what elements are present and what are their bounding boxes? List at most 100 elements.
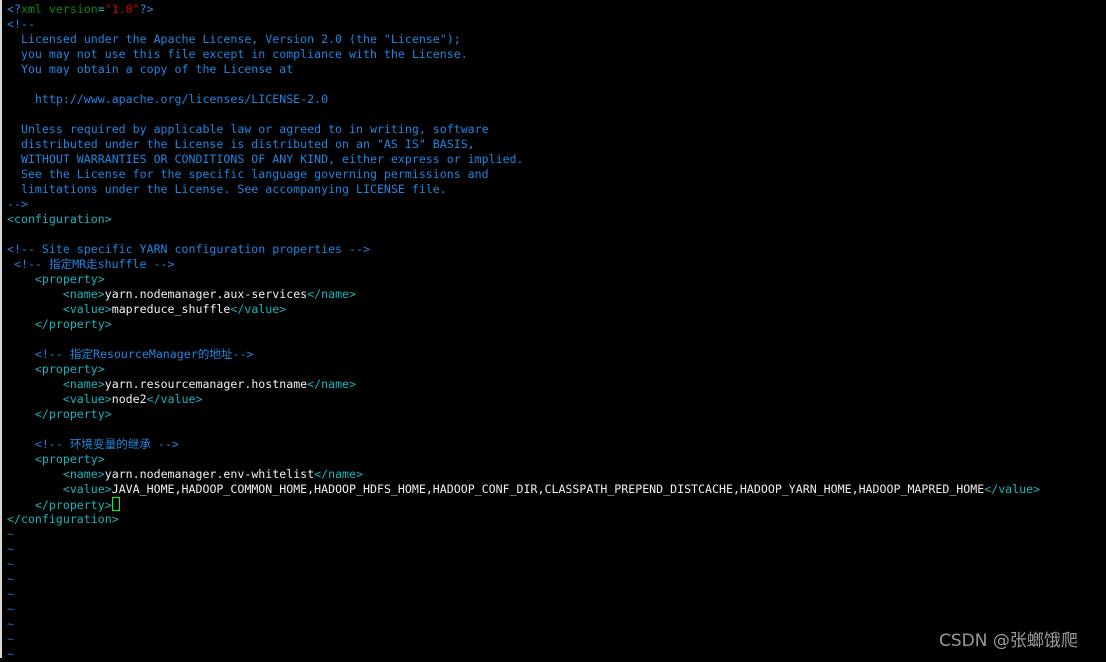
comment-text: -->: [7, 197, 28, 211]
xml-tag: <name>: [62, 467, 105, 481]
comment-text: <!--: [7, 17, 35, 31]
editor-line: </configuration>: [7, 512, 1040, 527]
empty-line-tilde: ~: [7, 617, 14, 631]
editor-line: Licensed under the Apache License, Versi…: [7, 32, 1040, 47]
window-edge: [0, 0, 2, 658]
text: [7, 392, 63, 406]
comment-text: <!-- 环境变量的继承 -->: [34, 437, 179, 451]
comment-text: <!-- Site specific YARN configuration pr…: [7, 242, 370, 256]
xml-decl-bracket: ?>: [139, 2, 154, 16]
comment-text: http://www.apache.org/licenses/LICENSE-2…: [7, 92, 329, 106]
editor-line: ~: [7, 527, 1040, 542]
xml-tag: </value>: [146, 392, 203, 406]
vim-editor-buffer[interactable]: <?xml version="1.0"?> <!-- Licensed under…: [7, 2, 1040, 662]
text: [7, 362, 35, 376]
xml-tag: <name>: [62, 377, 105, 391]
comment-text: distributed under the License is distrib…: [7, 137, 475, 151]
editor-line: <!-- 指定MR走shuffle -->: [7, 257, 1040, 272]
editor-line: </property>: [7, 407, 1040, 422]
editor-line: <?xml version="1.0"?>: [7, 2, 1040, 17]
text: [7, 437, 35, 451]
xml-tag: </property>: [34, 317, 112, 331]
xml-decl-bracket: <?: [7, 2, 21, 16]
text: JAVA_HOME,HADOOP_COMMON_HOME,HADOOP_HDFS…: [111, 482, 985, 496]
text: [7, 302, 63, 316]
xml-tag: <value>: [62, 482, 112, 496]
editor-line: <value>node2</value>: [7, 392, 1040, 407]
xml-decl-attr: xml version: [20, 2, 98, 16]
text: [7, 317, 35, 331]
xml-tag: <configuration>: [7, 212, 112, 226]
comment-text: Licensed under the Apache License, Versi…: [7, 32, 461, 46]
comment-text: limitations under the License. See accom…: [7, 182, 447, 196]
text: [7, 482, 63, 496]
empty-line-tilde: ~: [7, 587, 14, 601]
text: yarn.nodemanager.env-whitelist: [104, 467, 315, 481]
empty-line-tilde: ~: [7, 527, 14, 541]
editor-line: -->: [7, 197, 1040, 212]
xml-tag: </name>: [314, 467, 364, 481]
text: [7, 498, 35, 512]
text-cursor: [111, 497, 120, 511]
xml-tag: <property>: [34, 452, 105, 466]
xml-tag: <property>: [34, 272, 105, 286]
editor-line: <!-- 环境变量的继承 -->: [7, 437, 1040, 452]
text: [7, 407, 35, 421]
editor-line: ~: [7, 572, 1040, 587]
xml-tag: <name>: [62, 287, 105, 301]
xml-tag: <value>: [62, 392, 112, 406]
editor-line: <!-- 指定ResourceManager的地址-->: [7, 347, 1040, 362]
editor-line: distributed under the License is distrib…: [7, 137, 1040, 152]
xml-tag: </value>: [984, 482, 1041, 496]
editor-line: Unless required by applicable law or agr…: [7, 122, 1040, 137]
xml-tag: </value>: [230, 302, 287, 316]
xml-tag: <property>: [34, 362, 105, 376]
empty-line-tilde: ~: [7, 632, 14, 646]
editor-line: ~: [7, 587, 1040, 602]
comment-text: <!-- 指定MR走shuffle -->: [7, 257, 175, 271]
editor-line: <property>: [7, 452, 1040, 467]
editor-line: ~: [7, 632, 1040, 647]
text: [7, 272, 35, 286]
editor-line: limitations under the License. See accom…: [7, 182, 1040, 197]
editor-line: http://www.apache.org/licenses/LICENSE-2…: [7, 92, 1040, 107]
text: [7, 377, 63, 391]
text: yarn.resourcemanager.hostname: [104, 377, 308, 391]
empty-line-tilde: ~: [7, 647, 14, 661]
empty-line-tilde: ~: [7, 542, 14, 556]
editor-line: </property>: [7, 317, 1040, 332]
comment-text: See the License for the specific languag…: [7, 167, 489, 181]
comment-text: You may obtain a copy of the License at: [7, 62, 294, 76]
editor-line: WITHOUT WARRANTIES OR CONDITIONS OF ANY …: [7, 152, 1040, 167]
editor-line: <property>: [7, 362, 1040, 377]
comment-text: WITHOUT WARRANTIES OR CONDITIONS OF ANY …: [7, 152, 524, 166]
editor-line: </property>: [7, 497, 1040, 512]
xml-decl-value: "1.0": [104, 2, 140, 16]
text: mapreduce_shuffle: [111, 302, 231, 316]
text: [7, 347, 35, 361]
xml-tag: </configuration>: [7, 512, 119, 526]
editor-line: ~: [7, 542, 1040, 557]
editor-line: <name>yarn.resourcemanager.hostname</nam…: [7, 377, 1040, 392]
xml-tag: </property>: [34, 407, 112, 421]
editor-line: ~: [7, 617, 1040, 632]
editor-line: ~: [7, 647, 1040, 662]
editor-line: <!--: [7, 17, 1040, 32]
editor-line: ~: [7, 557, 1040, 572]
editor-line: <!-- Site specific YARN configuration pr…: [7, 242, 1040, 257]
csdn-watermark: CSDN @张螂饿爬: [939, 631, 1078, 651]
xml-tag: </name>: [307, 377, 357, 391]
xml-tag: <value>: [62, 302, 112, 316]
editor-line: <value>mapreduce_shuffle</value>: [7, 302, 1040, 317]
editor-line: <configuration>: [7, 212, 1040, 227]
text: yarn.nodemanager.aux-services: [104, 287, 308, 301]
xml-decl-equals: =: [97, 2, 105, 16]
text: [7, 467, 63, 481]
editor-line: <value>JAVA_HOME,HADOOP_COMMON_HOME,HADO…: [7, 482, 1040, 497]
text: node2: [111, 392, 147, 406]
text: [7, 452, 35, 466]
empty-line-tilde: ~: [7, 572, 14, 586]
